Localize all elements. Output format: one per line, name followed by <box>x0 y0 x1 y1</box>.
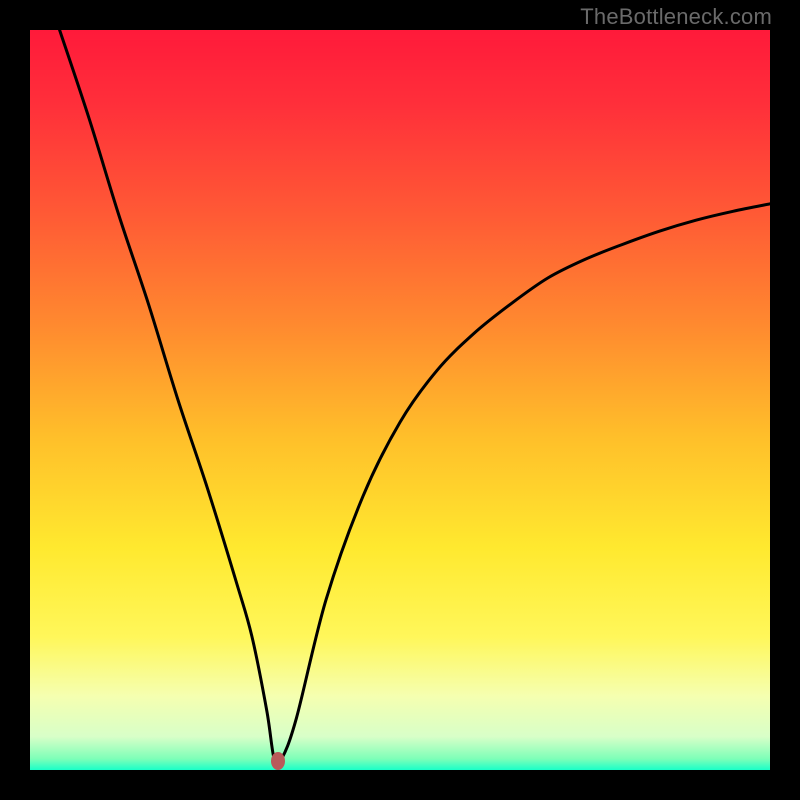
optimal-point-marker <box>271 752 285 770</box>
chart-frame: TheBottleneck.com <box>0 0 800 800</box>
bottleneck-curve <box>30 30 770 770</box>
watermark-text: TheBottleneck.com <box>580 4 772 30</box>
plot-area <box>30 30 770 770</box>
